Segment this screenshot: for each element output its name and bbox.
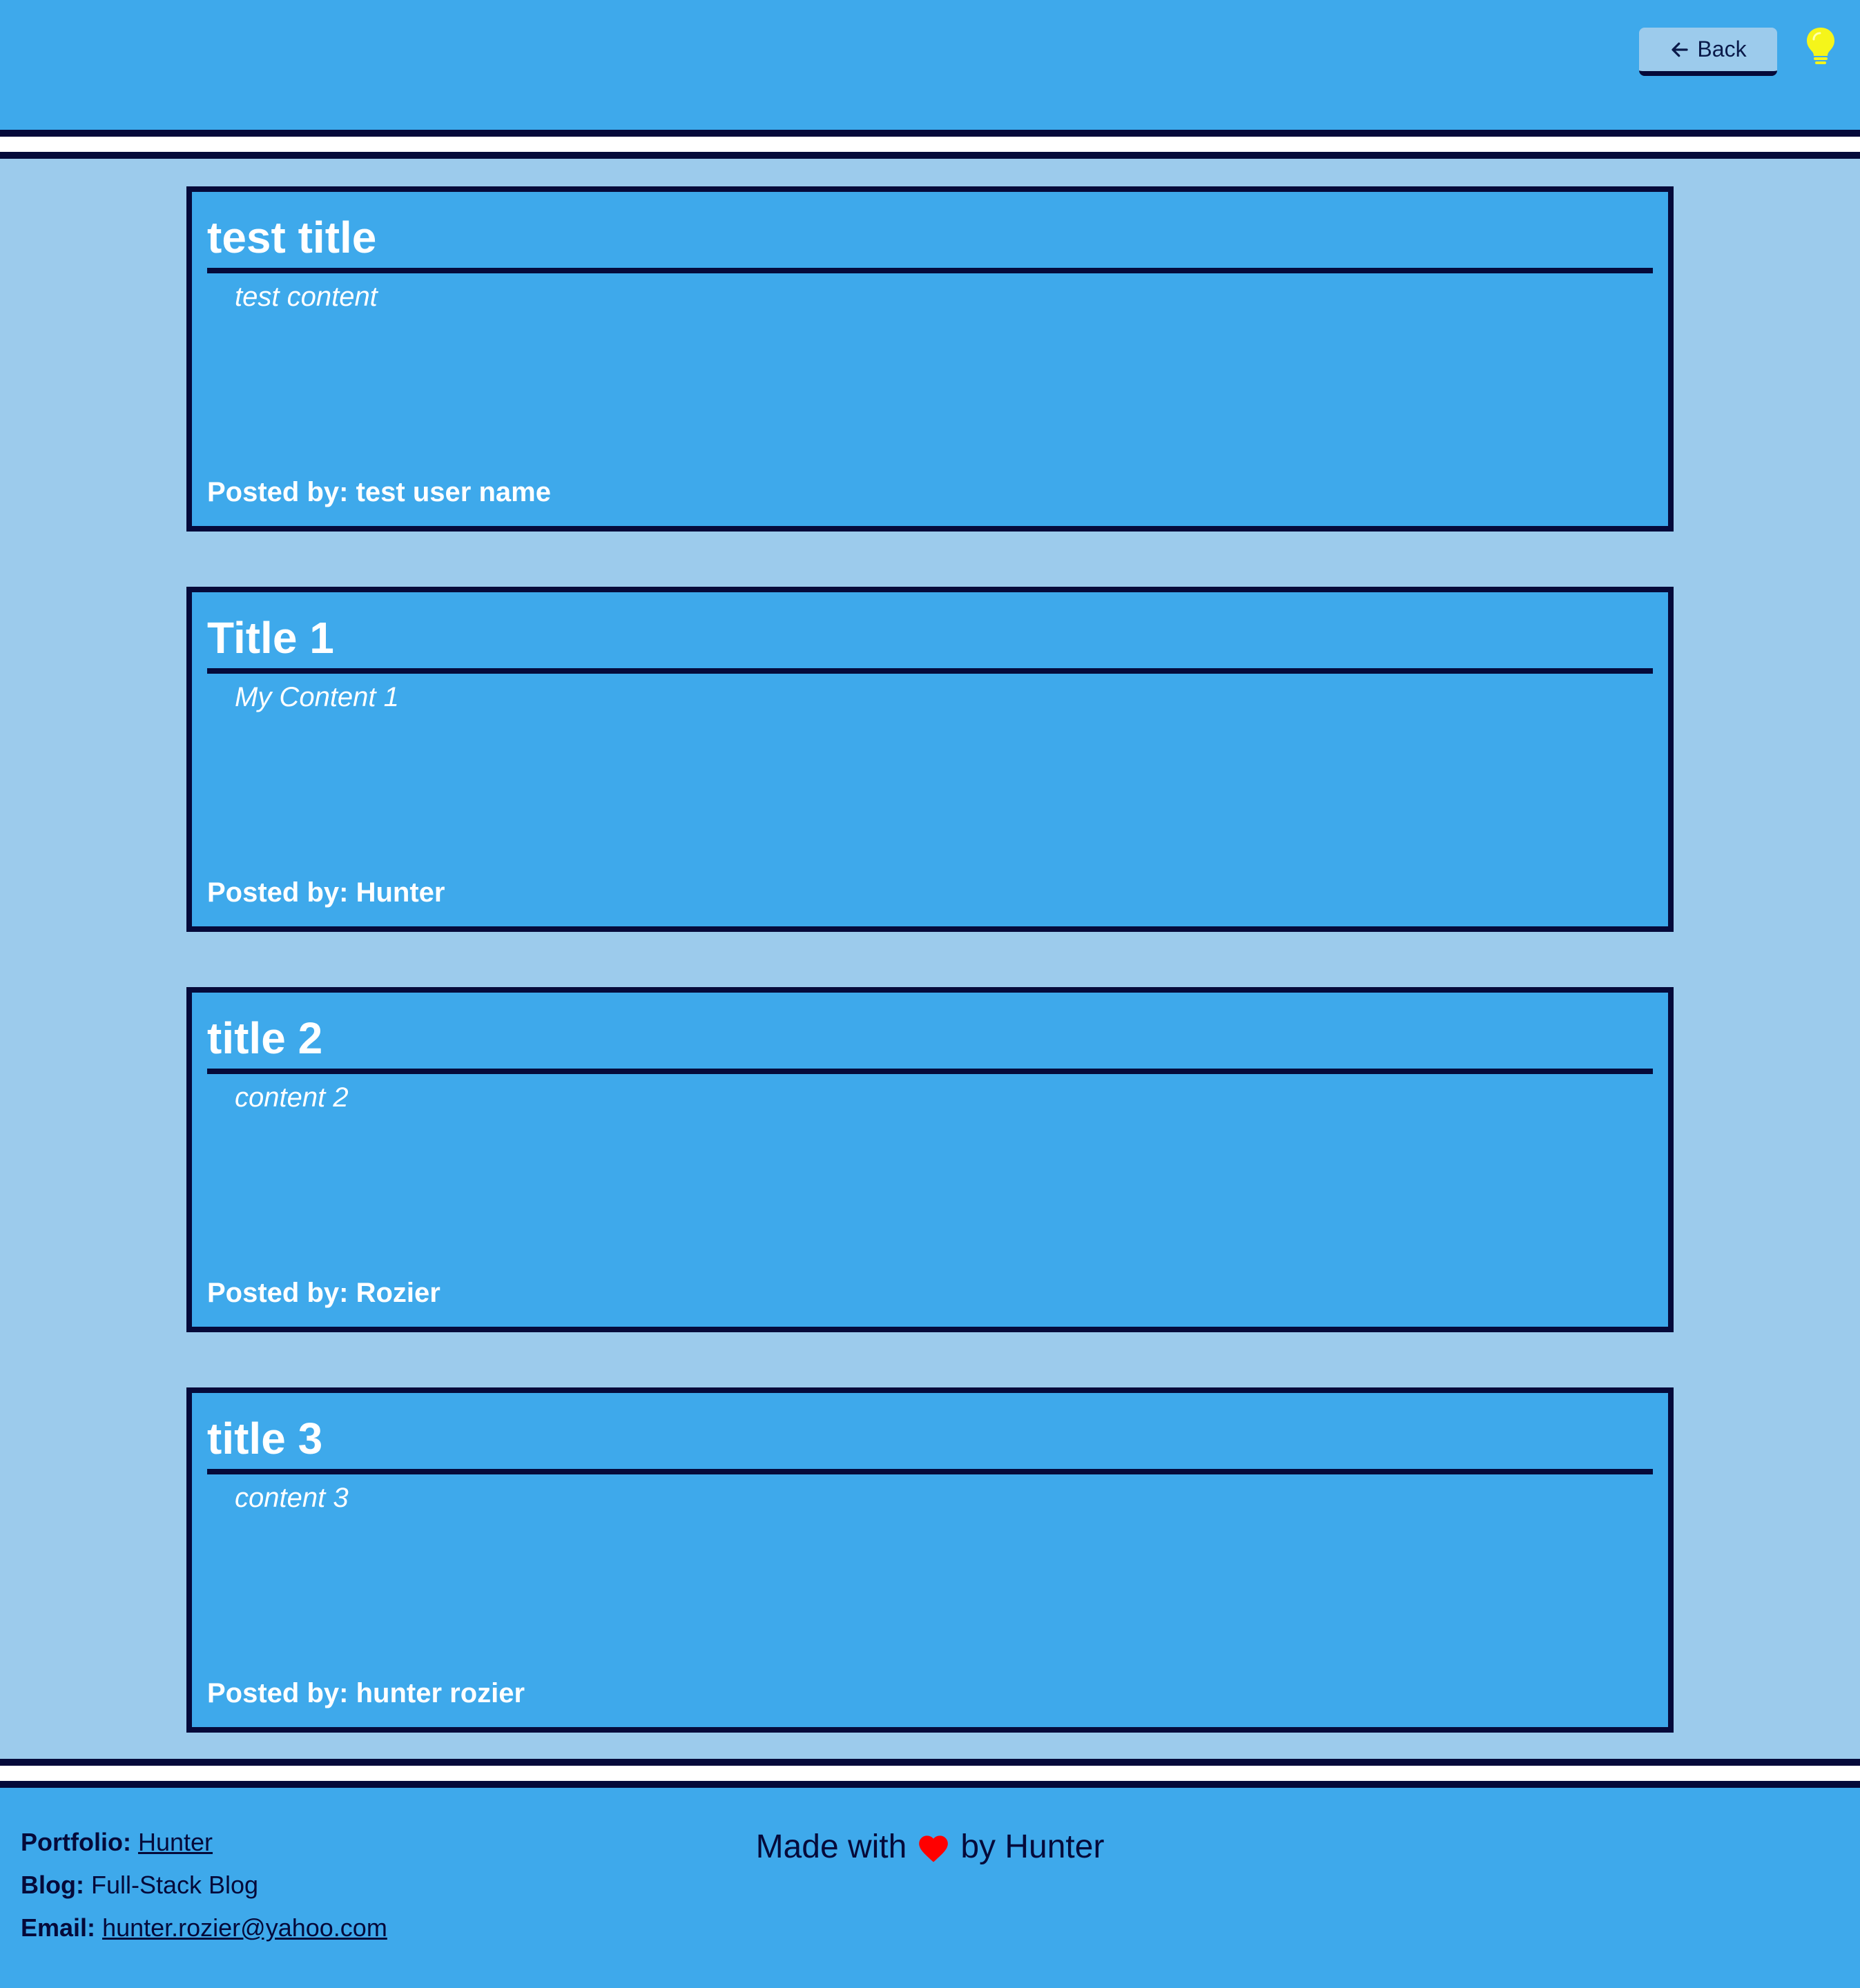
post-author: Posted by: hunter rozier [207, 1678, 525, 1709]
by-author-text: by Hunter [960, 1829, 1105, 1865]
blog-line: Blog: Full-Stack Blog [21, 1871, 258, 1900]
post-author: Posted by: Hunter [207, 877, 445, 908]
footer: Portfolio: Hunter Blog: Full-Stack Blog … [0, 1788, 1860, 1988]
post-card: Title 1 My Content 1 Posted by: Hunter [186, 587, 1674, 932]
blog-label: Blog: [21, 1871, 84, 1899]
post-content: content 2 [235, 1082, 349, 1113]
made-with-credit: Made with by Hunter [0, 1828, 1860, 1866]
posted-by-label: Posted by: [207, 477, 349, 507]
back-button-label: Back [1697, 37, 1747, 61]
post-title: title 2 [207, 1012, 1653, 1074]
posted-by-label: Posted by: [207, 1678, 349, 1708]
post-author: Posted by: test user name [207, 477, 551, 508]
header-divider [0, 130, 1860, 159]
author-name: hunter rozier [356, 1678, 525, 1708]
heart-icon [916, 1831, 951, 1863]
post-title: test title [207, 211, 1653, 273]
post-content: test content [235, 282, 378, 312]
back-button[interactable]: Back [1639, 28, 1777, 76]
made-with-text: Made with [755, 1829, 907, 1865]
post-list: test title test content Posted by: test … [186, 186, 1674, 1788]
post-author: Posted by: Rozier [207, 1278, 440, 1309]
post-title: Title 1 [207, 612, 1653, 674]
arrow-left-icon [1669, 39, 1690, 60]
email-line: Email: hunter.rozier@yahoo.com [21, 1913, 387, 1942]
email-link[interactable]: hunter.rozier@yahoo.com [102, 1913, 387, 1942]
post-card: title 2 content 2 Posted by: Rozier [186, 987, 1674, 1332]
post-card: title 3 content 3 Posted by: hunter rozi… [186, 1387, 1674, 1733]
post-content: My Content 1 [235, 682, 399, 712]
author-name: Hunter [356, 877, 445, 908]
posted-by-label: Posted by: [207, 1278, 349, 1308]
email-label: Email: [21, 1913, 96, 1942]
author-name: Rozier [356, 1278, 440, 1308]
header: Back [0, 0, 1860, 130]
footer-divider [0, 1759, 1860, 1788]
lightbulb-icon[interactable] [1803, 26, 1838, 65]
post-content: content 3 [235, 1483, 349, 1513]
author-name: test user name [356, 477, 551, 507]
post-card: test title test content Posted by: test … [186, 186, 1674, 532]
post-title: title 3 [207, 1412, 1653, 1474]
blog-name: Full-Stack Blog [90, 1871, 259, 1899]
posted-by-label: Posted by: [207, 877, 349, 908]
